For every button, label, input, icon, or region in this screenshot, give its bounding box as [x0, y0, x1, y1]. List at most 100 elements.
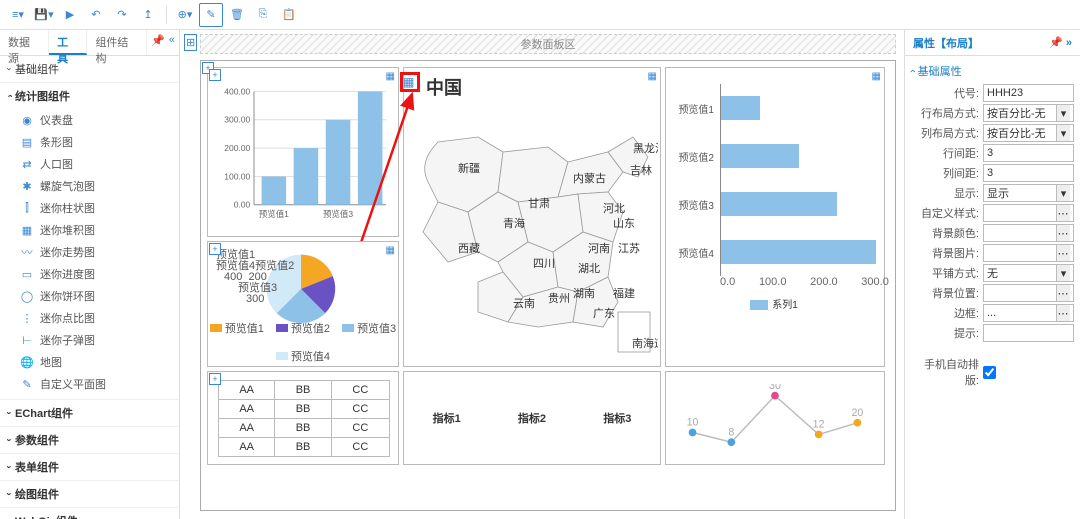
item-map[interactable]: 🌐地图 [0, 351, 179, 373]
svg-text:预览值3: 预览值3 [323, 209, 353, 219]
prop-input[interactable]: ⋯ [983, 284, 1074, 302]
tab-tools[interactable]: 工具 [49, 30, 87, 55]
item-bubble[interactable]: ✱螺旋气泡图 [0, 175, 179, 197]
tab-structure[interactable]: 组件结构 [87, 30, 147, 55]
chart-menu-icon[interactable]: ▦ [648, 71, 657, 82]
indicator-1: 指标1 [433, 410, 461, 426]
add-icon[interactable]: + [209, 243, 221, 255]
prop-input[interactable]: 按百分比-无▾ [983, 124, 1074, 142]
cell-sparkline[interactable]: 108301220 [665, 371, 885, 465]
more-icon[interactable]: ⋯ [1056, 305, 1070, 321]
svg-text:新疆: 新疆 [458, 161, 480, 175]
prop-input[interactable]: 按百分比-无▾ [983, 104, 1074, 122]
save-icon[interactable]: 💾▾ [32, 3, 56, 27]
more-icon[interactable]: ⋯ [1056, 245, 1070, 261]
collapse-icon[interactable]: » [1066, 37, 1072, 49]
svg-text:西藏: 西藏 [458, 242, 480, 255]
dropdown-icon[interactable]: ▾ [1056, 125, 1070, 141]
group-basic[interactable]: ›基础组件 [0, 56, 179, 82]
prop-input[interactable]: HHH23 [983, 84, 1074, 102]
item-bars[interactable]: ▤条形图 [0, 131, 179, 153]
copy-icon[interactable]: ⎘ [251, 3, 275, 27]
add-icon[interactable]: + [209, 373, 221, 385]
group-draw[interactable]: ›绘图组件 [0, 481, 179, 507]
menu-icon[interactable]: ≡▾ [6, 3, 30, 27]
item-line[interactable]: 〰迷你走势图 [0, 241, 179, 263]
pencil-icon[interactable]: ✎ [199, 3, 223, 27]
more-icon[interactable]: ⋯ [1056, 205, 1070, 221]
item-minibar[interactable]: ⫿迷你柱状图 [0, 197, 179, 219]
group-param[interactable]: ›参数组件 [0, 427, 179, 453]
cell-table[interactable]: + AABBCCAABBCCAABBCCAABBCC [207, 371, 399, 465]
param-panel-area[interactable]: 参数面板区 [200, 34, 896, 54]
item-pop[interactable]: ⇄人口图 [0, 153, 179, 175]
item-plan[interactable]: ✎自定义平面图 [0, 373, 179, 395]
pin-icon[interactable]: 📌 [1049, 37, 1063, 49]
svg-text:四川: 四川 [533, 258, 555, 270]
prop-input[interactable] [983, 324, 1074, 342]
more-icon[interactable]: ⋯ [1056, 285, 1070, 301]
svg-text:30: 30 [769, 384, 781, 392]
group-chart[interactable]: ›统计图组件 [0, 83, 179, 109]
group-echart[interactable]: ›EChart组件 [0, 400, 179, 426]
chart-menu-icon[interactable]: ▦ [386, 71, 395, 82]
target-icon[interactable]: ⊕▾ [173, 3, 197, 27]
svg-text:10: 10 [687, 417, 699, 429]
item-prog[interactable]: ▭迷你进度图 [0, 263, 179, 285]
group-form[interactable]: ›表单组件 [0, 454, 179, 480]
tab-datasource[interactable]: 数据源 [0, 30, 49, 55]
dropdown-icon[interactable]: ▾ [1056, 265, 1070, 281]
map-config-icon[interactable]: ▦ [403, 75, 414, 89]
cell-bar-chart[interactable]: + ▦ 400.00 300.00 200.00 100.00 0.00 预览值… [207, 67, 399, 237]
cell-indicators[interactable]: 指标1 指标2 指标3 [403, 371, 661, 465]
plan-icon: ✎ [20, 377, 34, 391]
pin-icon[interactable]: 📌 [151, 34, 165, 51]
add-icon[interactable]: + [209, 69, 221, 81]
more-icon[interactable]: ⋯ [1056, 225, 1070, 241]
trash-icon[interactable]: 🗑 [225, 3, 249, 27]
ruler-icon[interactable]: ⊞ [184, 34, 197, 51]
svg-text:湖北: 湖北 [578, 262, 600, 275]
svg-text:山东: 山东 [613, 217, 635, 230]
collapse-icon[interactable]: « [169, 34, 175, 51]
dropdown-icon[interactable]: ▾ [1056, 105, 1070, 121]
paste-icon[interactable]: 📋 [277, 3, 301, 27]
group-webgis[interactable]: ›WebGis组件 [0, 508, 179, 519]
redo-icon[interactable]: ↷ [110, 3, 134, 27]
play-icon[interactable]: ▶ [58, 3, 82, 27]
dropdown-icon[interactable]: ▾ [1056, 185, 1070, 201]
svg-text:200.00: 200.00 [224, 143, 250, 153]
prop-input[interactable]: 3 [983, 144, 1074, 162]
prop-input[interactable]: ...⋯ [983, 304, 1074, 322]
chart-menu-icon[interactable]: ▦ [386, 245, 395, 256]
svg-text:0.00: 0.00 [234, 200, 251, 210]
prop-input[interactable]: 无▾ [983, 264, 1074, 282]
svg-text:12: 12 [813, 419, 825, 431]
prop-input[interactable]: ⋯ [983, 224, 1074, 242]
cell-map[interactable]: ▦ ▦ 中国 [403, 67, 661, 367]
item-dot[interactable]: ⋮迷你点比图 [0, 307, 179, 329]
prop-input[interactable]: ⋯ [983, 204, 1074, 222]
map-title: 中国 [426, 74, 462, 100]
design-canvas[interactable]: ⊞ 参数面板区 + + ▦ 400.00 300.00 200.00 100.0… [180, 30, 904, 519]
prop-input[interactable]: ⋯ [983, 244, 1074, 262]
mobile-autolayout-checkbox[interactable] [983, 366, 996, 379]
svg-text:8: 8 [728, 426, 734, 438]
item-donut[interactable]: ◯迷你饼环图 [0, 285, 179, 307]
svg-text:广东: 广东 [593, 307, 615, 320]
item-bullet[interactable]: ⊢迷你子弹图 [0, 329, 179, 351]
cell-pie-chart[interactable]: + ▦ 预览值1 预览值4预览值2 400 200 预览值3 300 预览值1预… [207, 241, 399, 367]
up-icon[interactable]: ↥ [136, 3, 160, 27]
prop-input[interactable]: 显示▾ [983, 184, 1074, 202]
svg-text:湖南: 湖南 [573, 287, 595, 300]
chart-menu-icon[interactable]: ▦ [872, 71, 881, 82]
item-gauge[interactable]: ◉仪表盘 [0, 109, 179, 131]
undo-icon[interactable]: ↶ [84, 3, 108, 27]
svg-text:预览值1: 预览值1 [259, 209, 289, 219]
section-basic-props[interactable]: ›基础属性 [911, 60, 1074, 82]
item-stack[interactable]: ▦迷你堆积图 [0, 219, 179, 241]
svg-text:南海道岛: 南海道岛 [632, 336, 658, 350]
prop-input[interactable]: 3 [983, 164, 1074, 182]
top-toolbar: ≡▾ 💾▾ ▶ ↶ ↷ ↥ ⊕▾ ✎ 🗑 ⎘ 📋 [0, 0, 1080, 30]
cell-hbar-chart[interactable]: ▦ 预览值1预览值2预览值3预览值40.0100.0200.0300.0400.… [665, 67, 885, 367]
